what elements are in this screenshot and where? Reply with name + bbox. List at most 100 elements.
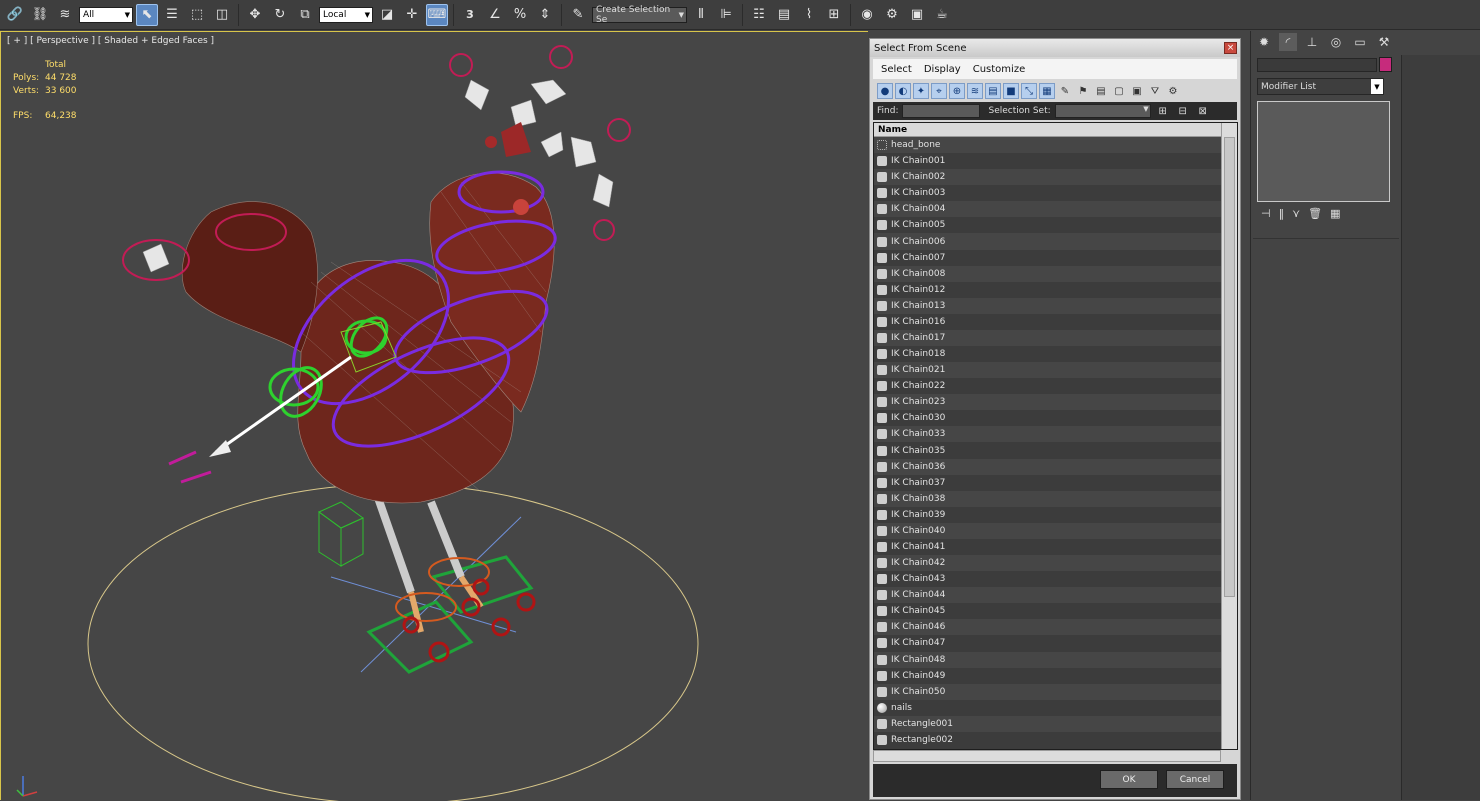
menu-select[interactable]: Select <box>881 64 912 75</box>
list-item[interactable]: IK Chain044 <box>874 587 1221 604</box>
list-item[interactable]: IK Chain001 <box>874 153 1221 170</box>
move-icon[interactable]: ✥ <box>244 4 266 26</box>
list-item[interactable]: IK Chain004 <box>874 201 1221 218</box>
perspective-viewport[interactable]: [ + ] [ Perspective ] [ Shaded + Edged F… <box>0 31 869 801</box>
viewport-label[interactable]: [ + ] [ Perspective ] [ Shaded + Edged F… <box>7 36 214 46</box>
scrollbar-thumb[interactable] <box>1224 137 1235 597</box>
curve-editor-icon[interactable]: ⌇ <box>798 4 820 26</box>
display-lights-icon[interactable]: ✦ <box>913 83 929 99</box>
unlink-icon[interactable]: ⛓ <box>29 4 51 26</box>
render-setup-icon[interactable]: ⚙ <box>881 4 903 26</box>
create-tab-icon[interactable]: ✹ <box>1255 33 1273 51</box>
align-icon[interactable]: ⊫ <box>715 4 737 26</box>
list-item[interactable]: Rectangle002 <box>874 731 1221 748</box>
display-groups-icon[interactable]: ▤ <box>985 83 1001 99</box>
list-item[interactable]: IK Chain021 <box>874 362 1221 379</box>
list-item[interactable]: IK Chain018 <box>874 346 1221 363</box>
list-item[interactable]: IK Chain030 <box>874 410 1221 427</box>
display-frozen-icon[interactable]: ✎ <box>1057 83 1073 99</box>
scale-icon[interactable]: ⧉ <box>294 4 316 26</box>
list-item[interactable]: IK Chain050 <box>874 683 1221 700</box>
add-to-set-icon[interactable]: ⊟ <box>1175 103 1191 119</box>
pin-stack-icon[interactable]: ⊣ <box>1261 207 1271 220</box>
list-item[interactable]: IK Chain049 <box>874 667 1221 684</box>
material-editor-icon[interactable]: ◉ <box>856 4 878 26</box>
mirror-icon[interactable]: ⫴ <box>690 4 712 26</box>
list-item[interactable]: Rectangle001 <box>874 715 1221 732</box>
bind-space-warp-icon[interactable]: ≋ <box>54 4 76 26</box>
ok-button[interactable]: OK <box>1100 770 1158 789</box>
manipulate-icon[interactable]: ✛ <box>401 4 423 26</box>
create-set-icon[interactable]: ⊞ <box>1155 103 1171 119</box>
menu-customize[interactable]: Customize <box>973 64 1026 75</box>
list-item[interactable]: IK Chain017 <box>874 329 1221 347</box>
filter-icon[interactable]: ⛛ <box>1147 83 1163 99</box>
window-crossing-icon[interactable]: ◫ <box>211 4 233 26</box>
rect-selection-icon[interactable]: ⬚ <box>186 4 208 26</box>
hierarchy-tab-icon[interactable]: ⊥ <box>1303 33 1321 51</box>
spinner-snap-icon[interactable]: ⇕ <box>534 4 556 26</box>
list-item[interactable]: IK Chain012 <box>874 281 1221 298</box>
dialog-title-bar[interactable]: Select From Scene × <box>870 39 1240 57</box>
list-item[interactable]: IK Chain002 <box>874 169 1221 186</box>
modify-tab-icon[interactable]: ◜ <box>1279 33 1297 51</box>
list-item[interactable]: IK Chain006 <box>874 233 1221 250</box>
remove-from-set-icon[interactable]: ⊠ <box>1195 103 1211 119</box>
utilities-tab-icon[interactable]: ⚒ <box>1375 33 1393 51</box>
display-bones-icon[interactable]: ⤡ <box>1021 83 1037 99</box>
display-containers-icon[interactable]: ▦ <box>1039 83 1055 99</box>
display-xrefs-icon[interactable]: ■ <box>1003 83 1019 99</box>
list-item[interactable]: IK Chain040 <box>874 522 1221 539</box>
select-object-icon[interactable]: ⬉ <box>136 3 158 26</box>
list-item[interactable]: nails <box>874 699 1221 716</box>
remove-modifier-icon[interactable]: 🗑 <box>1308 207 1322 220</box>
list-item[interactable]: IK Chain035 <box>874 442 1221 459</box>
layer-manager-icon[interactable]: ☷ <box>748 4 770 26</box>
list-item[interactable]: IK Chain039 <box>874 506 1221 523</box>
link-icon[interactable]: 🔗 <box>4 4 26 26</box>
show-end-result-icon[interactable]: ‖ <box>1279 207 1285 220</box>
list-item[interactable]: IK Chain037 <box>874 474 1221 491</box>
reference-coordinate-dropdown[interactable]: Local ▼ <box>319 6 373 23</box>
list-item[interactable]: IK Chain005 <box>874 217 1221 234</box>
object-color-swatch[interactable] <box>1379 57 1392 72</box>
list-item[interactable]: IK Chain041 <box>874 538 1221 556</box>
name-column-header[interactable]: Name <box>874 123 1221 137</box>
rendered-frame-icon[interactable]: ▣ <box>906 4 928 26</box>
list-item[interactable]: IK Chain047 <box>874 635 1221 652</box>
configure-modifier-sets-icon[interactable]: ▦ <box>1330 207 1340 220</box>
named-selection-set-dropdown[interactable]: Create Selection Se ▼ <box>592 5 687 25</box>
selection-filter-dropdown[interactable]: All ▼ <box>79 6 133 23</box>
object-name-field[interactable] <box>1257 58 1377 72</box>
select-invert-icon[interactable]: ▣ <box>1129 83 1145 99</box>
rotate-icon[interactable]: ↻ <box>269 4 291 26</box>
display-helpers-icon[interactable]: ⊕ <box>949 83 965 99</box>
display-cameras-icon[interactable]: ⌖ <box>931 83 947 99</box>
edit-named-sets-icon[interactable]: ✎ <box>567 4 589 26</box>
find-input[interactable] <box>902 104 981 118</box>
list-item[interactable]: IK Chain048 <box>874 651 1221 668</box>
scene-object-list[interactable]: Name head_bone IK Chain001 IK Chain002 IK C… <box>873 122 1238 750</box>
snaps-toggle-icon[interactable]: 3 <box>459 4 481 26</box>
list-item[interactable]: head_bone <box>874 137 1221 154</box>
display-tab-icon[interactable]: ▭ <box>1351 33 1369 51</box>
use-pivot-icon[interactable]: ◪ <box>376 4 398 26</box>
rooster-scene[interactable] <box>1 32 869 801</box>
display-hidden-icon[interactable]: ⚑ <box>1075 83 1091 99</box>
filter-options-icon[interactable]: ⚙ <box>1165 83 1181 99</box>
list-item[interactable]: IK Chain013 <box>874 297 1221 314</box>
list-item[interactable]: IK Chain008 <box>874 265 1221 282</box>
ribbon-icon[interactable]: ▤ <box>773 4 795 26</box>
list-item[interactable]: IK Chain042 <box>874 555 1221 572</box>
list-item[interactable]: IK Chain022 <box>874 378 1221 395</box>
list-item[interactable]: IK Chain016 <box>874 313 1221 330</box>
angle-snap-icon[interactable]: ∠ <box>484 4 506 26</box>
list-item[interactable]: IK Chain003 <box>874 185 1221 202</box>
list-item[interactable]: IK Chain043 <box>874 571 1221 588</box>
menu-display[interactable]: Display <box>924 64 961 75</box>
list-item[interactable]: IK Chain033 <box>874 426 1221 443</box>
list-horizontal-scrollbar[interactable] <box>873 750 1221 762</box>
select-by-name-icon[interactable]: ☰ <box>161 4 183 26</box>
list-item[interactable]: IK Chain036 <box>874 458 1221 475</box>
selection-set-dropdown[interactable]: ▼ <box>1054 104 1151 118</box>
